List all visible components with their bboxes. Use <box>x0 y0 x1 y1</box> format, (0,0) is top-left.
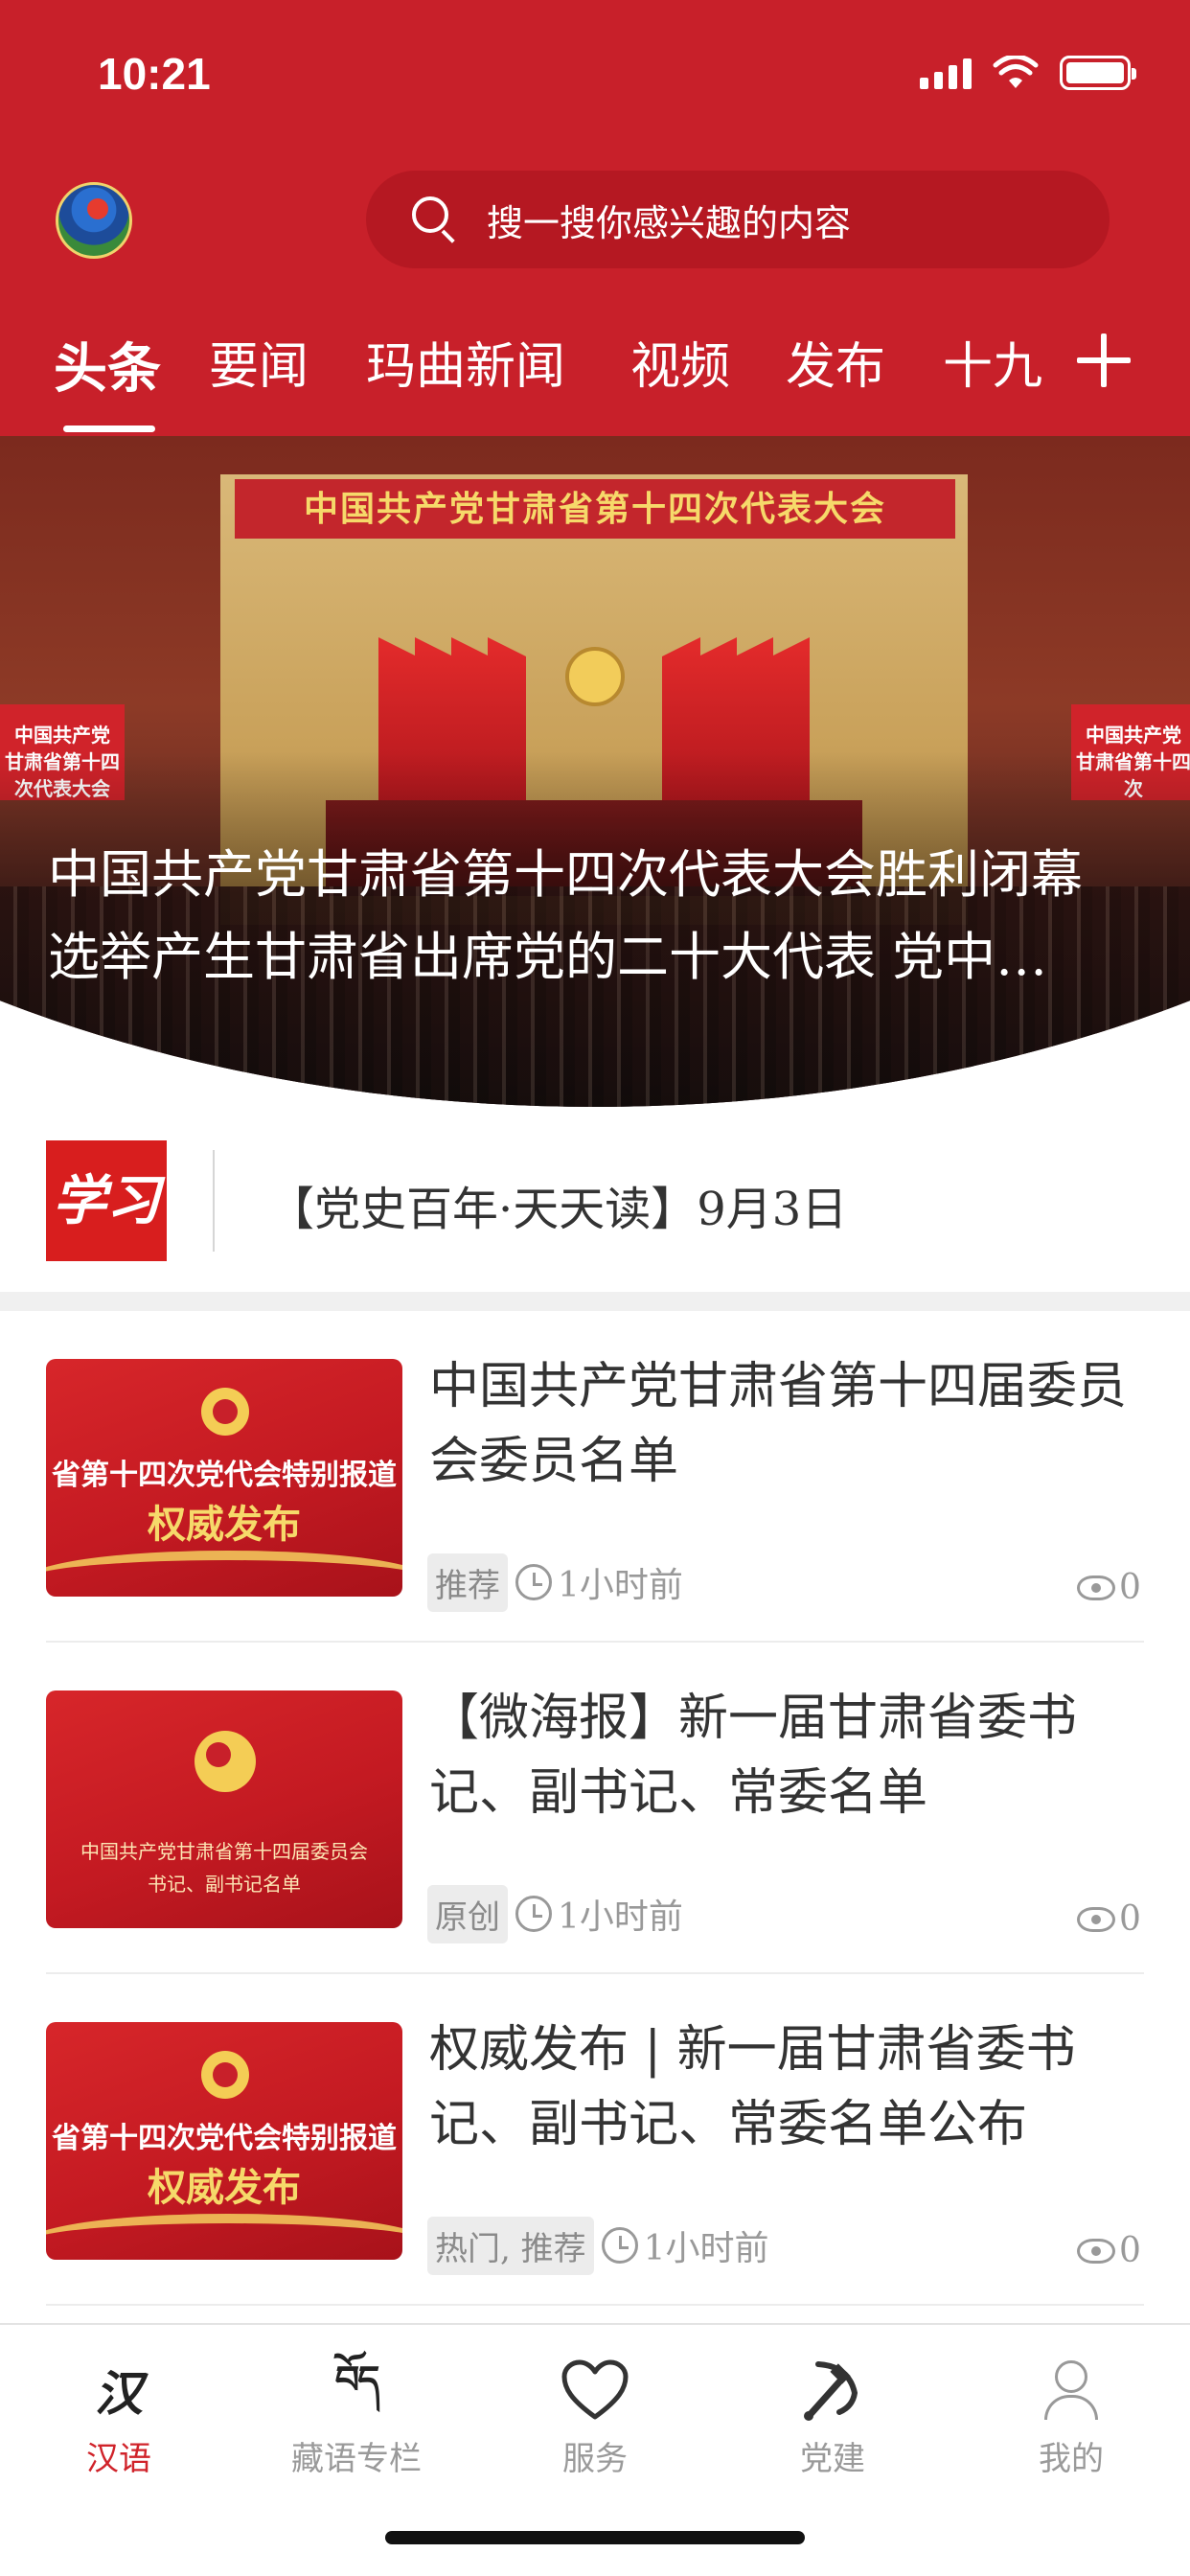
tab-video[interactable]: 视频 <box>630 326 730 398</box>
tab-headlines[interactable]: 头条 <box>54 326 161 403</box>
tab-release[interactable]: 发布 <box>786 326 885 398</box>
nav-label: 藏语专栏 <box>291 2440 422 2478</box>
nav-label: 党建 <box>800 2440 865 2478</box>
nav-item-party-building[interactable]: 党建 <box>737 2354 928 2479</box>
party-emblem-icon <box>201 2051 249 2099</box>
cellular-signal-icon <box>920 57 972 89</box>
tab-nineteenth[interactable]: 十九 <box>943 326 1042 398</box>
divider <box>46 2304 1144 2306</box>
party-emblem-icon <box>737 2354 928 2426</box>
han-glyph-icon: 汉 <box>95 2365 143 2422</box>
news-item[interactable]: 中国共产党甘肃省第十四届委员会 书记、副书记名单 【微海报】新一届甘肃省委书记、… <box>0 1643 1190 1974</box>
news-thumbnail: 省第十四次党代会特别报道 权威发布 <box>46 1359 402 1597</box>
search-icon <box>412 196 458 243</box>
home-indicator[interactable] <box>385 2531 805 2544</box>
active-tab-indicator <box>63 426 155 432</box>
party-emblem-icon <box>201 1388 249 1436</box>
news-tag: 原创 <box>427 1884 508 1944</box>
news-thumbnail: 省第十四次党代会特别报道 权威发布 <box>46 2022 402 2260</box>
status-bar: 10:21 <box>0 0 1190 144</box>
search-placeholder: 搜一搜你感兴趣的内容 <box>487 201 852 244</box>
news-tag: 推荐 <box>427 1552 508 1612</box>
wifi-icon <box>993 56 1039 88</box>
news-title: 权威发布 | 新一届甘肃省委书记、副书记、常委名单公布 <box>429 2021 1076 2153</box>
nav-item-services[interactable]: 服务 <box>499 2354 691 2479</box>
view-count: 0 <box>1077 1568 1141 1607</box>
view-count: 0 <box>1077 2231 1141 2270</box>
news-time: 1小时前 <box>643 2229 769 2268</box>
hero-banner[interactable]: 中国共产党甘肃省第十四次代表大会 中国共产党 甘肃省第十四次代表大会 中国共产党… <box>0 436 1190 1107</box>
study-logo: 学习 <box>46 1140 167 1261</box>
news-title: 中国共产党甘肃省第十四届委员会委员名单 <box>429 1358 1128 1490</box>
news-tag: 热门, 推荐 <box>427 2216 594 2275</box>
hero-title-line-1: 中国共产党甘肃省第十四次代表大会胜利闭幕 <box>48 844 1083 905</box>
eye-icon <box>1077 1906 1115 1932</box>
channel-tabs: 头条 要闻 玛曲新闻 视频 发布 十九 <box>0 326 1190 432</box>
nav-label: 我的 <box>1039 2440 1104 2478</box>
tab-important-news[interactable]: 要闻 <box>209 326 309 398</box>
hero-title[interactable]: 中国共产党甘肃省第十四次代表大会胜利闭幕 选举产生甘肃省出席党的二十大代表 党中… <box>48 834 1150 999</box>
eye-icon <box>1077 2238 1115 2264</box>
study-row[interactable]: 学习 【党史百年·天天读】9月3日 <box>0 1112 1190 1289</box>
study-text: 【党史百年·天天读】9月3日 <box>268 1183 848 1236</box>
hero-title-line-2: 选举产生甘肃省出席党的二十大代表 党中… <box>48 927 1048 987</box>
status-time: 10:21 <box>98 49 211 99</box>
news-item[interactable]: 省第十四次党代会特别报道 权威发布 权威发布 | 新一届甘肃省委书记、副书记、常… <box>0 1974 1190 2306</box>
party-emblem-icon <box>195 1731 256 1792</box>
view-count: 0 <box>1077 1899 1141 1939</box>
divider <box>213 1150 215 1252</box>
news-meta: 原创 1小时前 <box>427 1884 683 1944</box>
nav-item-chinese[interactable]: 汉 汉语 <box>23 2354 215 2479</box>
tab-maqu-news[interactable]: 玛曲新闻 <box>366 326 565 398</box>
nav-label: 汉语 <box>86 2440 151 2478</box>
user-icon <box>975 2354 1167 2426</box>
add-channel-icon[interactable] <box>1077 334 1131 387</box>
heart-icon <box>499 2354 691 2426</box>
news-time: 1小时前 <box>558 1898 683 1937</box>
clock-icon <box>515 1564 552 1600</box>
app-logo[interactable] <box>56 182 132 259</box>
nav-item-tibetan[interactable]: བོད 藏语专栏 <box>261 2354 452 2479</box>
tibetan-glyph-icon: བོད <box>334 2357 380 2403</box>
battery-icon <box>1060 56 1136 90</box>
nav-label: 服务 <box>562 2440 628 2478</box>
news-time: 1小时前 <box>558 1566 683 1605</box>
news-thumbnail: 中国共产党甘肃省第十四届委员会 书记、副书记名单 <box>46 1690 402 1928</box>
app-header: 10:21 搜一搜你感兴趣的内容 头条 要闻 玛曲新闻 视频 发布 十九 <box>0 0 1190 436</box>
clock-icon <box>601 2227 638 2264</box>
eye-icon <box>1077 1575 1115 1600</box>
section-divider <box>0 1292 1190 1311</box>
status-icons <box>920 56 1136 90</box>
hall-banner-text: 中国共产党甘肃省第十四次代表大会 <box>235 479 955 539</box>
news-item[interactable]: 省第十四次党代会特别报道 权威发布 中国共产党甘肃省第十四届委员会委员名单 推荐… <box>0 1311 1190 1643</box>
news-meta: 推荐 1小时前 <box>427 1552 683 1612</box>
nav-item-profile[interactable]: 我的 <box>975 2354 1167 2479</box>
news-title: 【微海报】新一届甘肃省委书记、副书记、常委名单 <box>429 1690 1078 1822</box>
party-emblem-decoration <box>565 647 625 706</box>
clock-icon <box>515 1896 552 1932</box>
news-meta: 热门, 推荐 1小时前 <box>427 2216 769 2275</box>
search-bar[interactable]: 搜一搜你感兴趣的内容 <box>366 171 1110 268</box>
